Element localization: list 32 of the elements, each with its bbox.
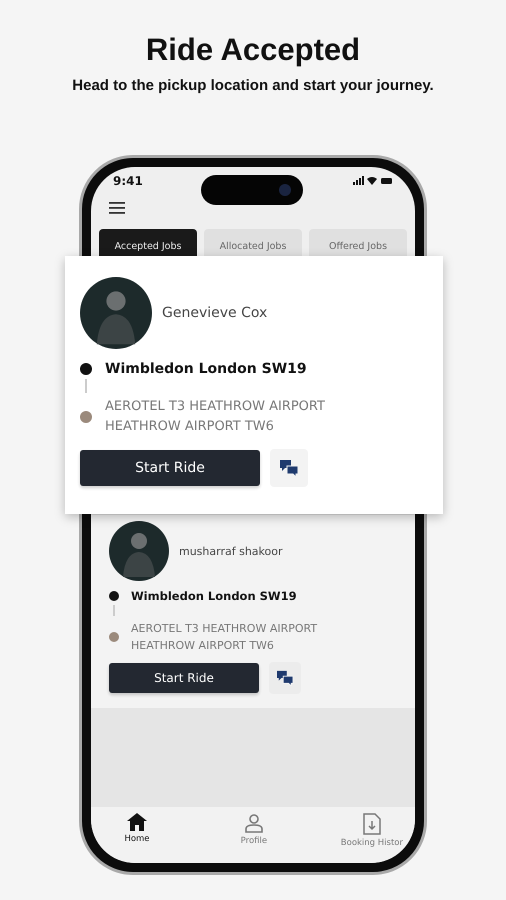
job-tab[interactable]: Offered Jobs <box>309 229 407 256</box>
nav-item[interactable]: Profile <box>224 807 284 863</box>
page-subtitle: Head to the pickup location and start your journey. <box>72 77 434 94</box>
job-tab[interactable]: Allocated Jobs <box>204 229 302 256</box>
driver-name: musharraf shakoor <box>179 544 282 558</box>
home-icon <box>127 813 147 831</box>
pickup-address: Wimbledon London SW19 <box>131 589 297 603</box>
dropoff-dot <box>109 632 119 642</box>
nav-item[interactable]: Home <box>107 807 167 863</box>
avatar <box>80 277 152 349</box>
page-title: Ride Accepted <box>146 32 360 68</box>
document-download-icon <box>362 813 381 835</box>
status-time: 9:41 <box>113 174 143 188</box>
menu-icon[interactable] <box>109 202 125 214</box>
profile-icon <box>244 813 264 833</box>
nav-item[interactable]: Booking Histor <box>340 807 403 863</box>
chat-button[interactable] <box>270 449 308 487</box>
job-tab[interactable]: Accepted Jobs <box>99 229 197 256</box>
start-ride-button[interactable]: Start Ride <box>80 450 260 486</box>
dropoff-address: AEROTEL T3 HEATHROW AIRPORT HEATHROW AIRPORT TW6 <box>105 398 326 436</box>
chat-button[interactable] <box>269 662 301 694</box>
driver-name: Genevieve Cox <box>162 305 268 321</box>
pickup-dot <box>80 363 92 375</box>
chat-icon <box>276 670 294 686</box>
status-icons <box>353 176 393 186</box>
pickup-dot <box>109 591 119 601</box>
start-ride-button[interactable]: Start Ride <box>109 663 259 693</box>
dropoff-dot <box>80 411 92 423</box>
chat-icon <box>279 459 299 477</box>
avatar <box>109 521 169 581</box>
dropoff-address: AEROTEL T3 HEATHROW AIRPORT HEATHROW AIRPORT TW6 <box>131 621 318 654</box>
pickup-address: Wimbledon London SW19 <box>105 361 307 377</box>
